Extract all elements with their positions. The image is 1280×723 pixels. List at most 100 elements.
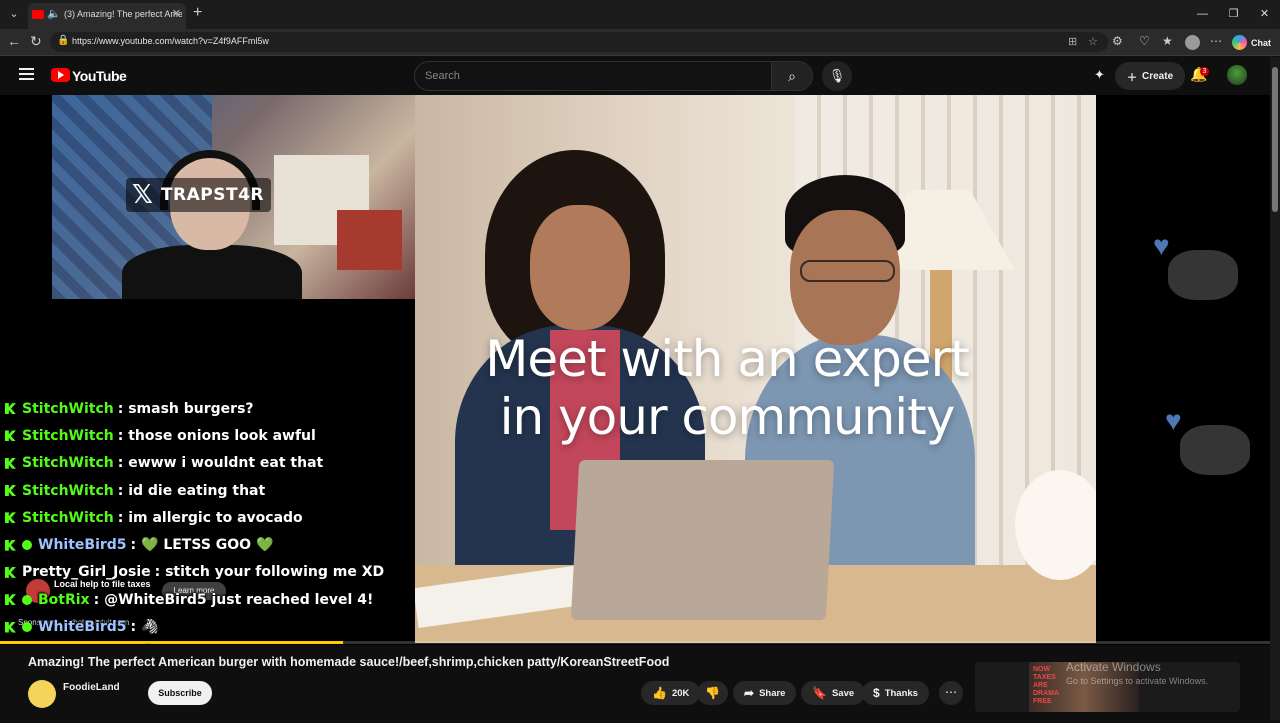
browser-tab-bar: ⌄ 🔈 (3) Amazing! The perfect American bu… (0, 0, 1280, 29)
avatar[interactable] (1227, 65, 1247, 85)
youtube-wordmark[interactable]: YouTube (72, 68, 127, 84)
speaker-icon[interactable]: 🔈 (47, 7, 61, 20)
chat-message: WhiteBird5: 💚 LETSS GOO 💚 (0, 531, 420, 558)
more-icon[interactable]: ⋯ (1210, 34, 1222, 48)
verified-badge-icon (22, 594, 32, 605)
scrollbar-thumb[interactable] (1272, 67, 1278, 212)
kick-icon (5, 403, 16, 415)
microphone-icon[interactable]: 🎙 (822, 61, 852, 91)
overlay-line-1: Meet with an expert (485, 330, 970, 388)
chat-username: StitchWitch (22, 482, 114, 499)
chat-message: StitchWitch: those onions look awful (0, 422, 420, 449)
plus-icon: ＋ (1127, 72, 1137, 84)
chat-message: Pretty_Girl_Josie: stitch your following… (0, 559, 420, 586)
verified-badge-icon (22, 540, 32, 551)
browser-essentials-icon[interactable]: ♡ (1139, 34, 1150, 48)
kick-icon (5, 485, 16, 497)
dislike-button[interactable]: 👎 (697, 681, 728, 705)
laptop (570, 460, 835, 620)
save-label: Save (831, 687, 855, 699)
create-label: Create (1142, 70, 1174, 82)
copilot-button[interactable]: Chat (1232, 33, 1271, 52)
search-icon[interactable]: ⌕ (771, 61, 813, 91)
chat-username: WhiteBird5 (38, 537, 127, 554)
x-logo-icon: 𝕏 (132, 180, 153, 210)
chat-username: StitchWitch (22, 427, 114, 444)
activate-title: Activate Windows (1066, 660, 1161, 674)
thumbs-down-icon: 👎 (705, 686, 720, 700)
heart-icon: ♥ (1165, 405, 1182, 436)
create-button[interactable]: ＋ Create (1115, 62, 1186, 90)
address-bar: ← ↻ 🔒 https://www.youtube.com/watch?v=Z4… (0, 29, 1280, 56)
thanks-button[interactable]: $ Thanks (862, 681, 929, 705)
thanks-label: Thanks (884, 687, 918, 699)
like-button[interactable]: 👍 20K (641, 681, 701, 705)
more-actions-icon[interactable]: ⋯ (939, 681, 963, 705)
window-controls: — ❐ ✕ (1187, 0, 1280, 29)
chat-text: : id die eating that (117, 482, 266, 499)
activate-subtitle: Go to Settings to activate Windows. (1066, 676, 1209, 686)
kick-icon (5, 430, 16, 442)
sparkle-icon[interactable]: ✦ (1094, 67, 1105, 83)
lock-icon: 🔒 (57, 35, 70, 46)
tab-title: (3) Amazing! The perfect American burger… (64, 9, 182, 19)
chat-text: : smash burgers? (117, 400, 254, 417)
super-thanks-icon: $ (873, 686, 880, 700)
profile-icon[interactable] (1185, 35, 1200, 50)
video-title: Amazing! The perfect American burger wit… (28, 655, 670, 669)
channel-avatar[interactable] (28, 680, 56, 708)
reload-icon[interactable]: ↻ (30, 33, 42, 50)
save-button[interactable]: 🔖 Save (801, 681, 866, 705)
chat-text: : those onions look awful (117, 427, 316, 444)
search-input[interactable] (415, 62, 771, 90)
chat-username: StitchWitch (22, 455, 114, 472)
chat-text: : im allergic to avocado (117, 509, 303, 526)
share-button[interactable]: ➦ Share (733, 681, 797, 705)
kick-icon (5, 621, 16, 633)
window-close-icon[interactable]: ✕ (1249, 0, 1280, 29)
youtube-logo-icon[interactable] (51, 68, 70, 82)
chat-sticker-top: ♥ (1148, 230, 1243, 305)
hamburger-menu-icon[interactable] (19, 68, 34, 80)
new-tab-icon[interactable]: + (193, 4, 202, 22)
search-box (414, 61, 771, 91)
chat-text: : ewww i wouldnt eat that (117, 455, 324, 472)
close-icon[interactable]: ✕ (172, 7, 181, 20)
extensions-icon[interactable]: ⚙ (1112, 34, 1123, 48)
url-text: https://www.youtube.com/watch?v=Z4f9AFFm… (72, 36, 269, 46)
minimize-icon[interactable]: — (1187, 0, 1218, 29)
back-icon[interactable]: ← (7, 33, 21, 49)
chat-text: : @WhiteBird5 just reached level 4! (93, 591, 374, 608)
browser-tab[interactable]: 🔈 (3) Amazing! The perfect American burg… (28, 3, 186, 29)
kick-icon (5, 457, 16, 469)
globe-lamp (1015, 470, 1096, 580)
chat-message: WhiteBird5: 🦓 (0, 613, 420, 640)
subscribe-button[interactable]: Subscribe (148, 681, 212, 705)
youtube-favicon-icon (32, 10, 44, 19)
youtube-header: YouTube ⌕ 🎙 ✦ ＋ Create 🔔 (0, 57, 1270, 95)
video-frame: Meet with an expert in your community (415, 95, 1096, 643)
chat-message: StitchWitch: im allergic to avocado (0, 504, 420, 531)
chat-message: StitchWitch: ewww i wouldnt eat that (0, 450, 420, 477)
url-field[interactable]: 🔒 https://www.youtube.com/watch?v=Z4f9AF… (50, 32, 1108, 52)
tab-list-icon[interactable]: ⌄ (5, 5, 23, 23)
channel-name[interactable]: FoodieLand (63, 682, 120, 693)
chat-username: Pretty_Girl_Josie (22, 564, 151, 581)
kick-icon (5, 594, 16, 606)
chat-username: StitchWitch (22, 509, 114, 526)
split-screen-icon[interactable]: ⊞ (1068, 35, 1077, 48)
chat-username: BotRix (38, 591, 90, 608)
chat-text: : 🦓 (130, 619, 159, 636)
chat-message: StitchWitch: id die eating that (0, 477, 420, 504)
restore-icon[interactable]: ❐ (1218, 0, 1249, 29)
favorite-icon[interactable]: ☆ (1088, 35, 1098, 48)
bookmark-icon: 🔖 (812, 686, 827, 700)
heart-icon: ♥ (1153, 230, 1170, 261)
chat-message: StitchWitch: smash burgers? (0, 395, 420, 422)
favorites-icon[interactable]: ★ (1162, 34, 1173, 48)
stream-handle-tag: 𝕏 TRAPST4R (132, 182, 264, 208)
activate-windows-watermark: Activate Windows Go to Settings to activ… (1066, 660, 1208, 686)
like-count: 20K (671, 687, 690, 699)
page-scrollbar[interactable] (1270, 57, 1280, 720)
chat-sticker-bottom: ♥ (1160, 405, 1255, 480)
